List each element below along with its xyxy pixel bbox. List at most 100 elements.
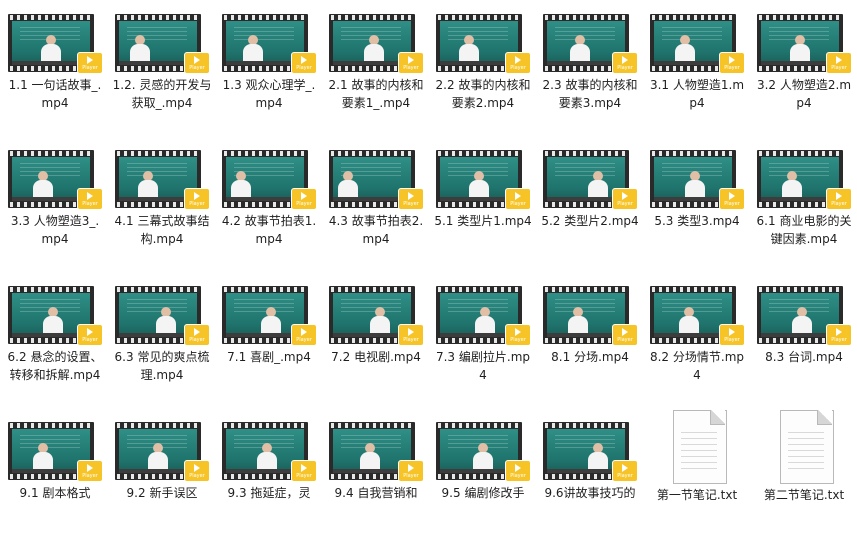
video-file-item[interactable]: Player 1.1 一句话故事_.mp4: [5, 0, 105, 132]
player-badge-label: Player: [189, 337, 205, 343]
video-thumbnail: Player: [8, 422, 103, 482]
player-badge-icon: Player: [826, 324, 852, 346]
play-icon: [194, 56, 200, 64]
file-name-label: 9.5 编剧修改手: [441, 486, 525, 500]
video-file-item[interactable]: Player 7.2 电视剧.mp4: [326, 272, 426, 404]
video-thumbnail: Player: [436, 150, 531, 210]
player-badge-icon: Player: [719, 52, 745, 74]
player-badge-label: Player: [724, 65, 740, 71]
play-icon: [622, 56, 628, 64]
video-file-item[interactable]: Player 9.6讲故事技巧的: [540, 408, 640, 540]
video-file-item[interactable]: Player 1.2. 灵感的开发与获取_.mp4: [112, 0, 212, 132]
text-file-item[interactable]: 第二节笔记.txt: [754, 408, 854, 540]
file-name-label: 第二节笔记.txt: [763, 488, 845, 502]
file-name-label: 1.1 一句话故事_.mp4: [8, 78, 102, 110]
file-name-label: 1.3 观众心理学_.mp4: [222, 78, 316, 110]
video-thumbnail: Player: [436, 422, 531, 482]
file-name-label: 8.2 分场情节.mp4: [649, 350, 745, 382]
player-badge-icon: Player: [612, 188, 638, 210]
video-thumbnail: Player: [650, 150, 745, 210]
play-icon: [194, 328, 200, 336]
player-badge-icon: Player: [77, 188, 103, 210]
video-thumbnail: Player: [757, 14, 852, 74]
player-badge-icon: Player: [77, 324, 103, 346]
player-badge-label: Player: [510, 473, 526, 479]
player-badge-label: Player: [831, 201, 847, 207]
video-file-item[interactable]: Player 2.2 故事的内核和要素2.mp4: [433, 0, 533, 132]
video-file-item[interactable]: Player 1.3 观众心理学_.mp4: [219, 0, 319, 132]
player-badge-icon: Player: [291, 460, 317, 482]
play-icon: [515, 328, 521, 336]
play-icon: [622, 328, 628, 336]
play-icon: [622, 464, 628, 472]
video-thumbnail: Player: [329, 150, 424, 210]
file-name-label: 9.2 新手误区: [126, 486, 198, 500]
video-file-item[interactable]: Player 9.5 编剧修改手: [433, 408, 533, 540]
player-badge-icon: Player: [291, 52, 317, 74]
video-thumbnail: Player: [8, 286, 103, 346]
file-name-label: 6.3 常见的爽点梳理.mp4: [114, 350, 210, 382]
video-thumbnail: Player: [543, 14, 638, 74]
video-thumbnail: Player: [757, 150, 852, 210]
file-name-label: 9.6讲故事技巧的: [544, 486, 636, 500]
video-file-item[interactable]: Player 3.3 人物塑造3_.mp4: [5, 136, 105, 268]
player-badge-icon: Player: [505, 460, 531, 482]
player-badge-icon: Player: [719, 324, 745, 346]
file-name-label: 4.3 故事节拍表2.mp4: [328, 214, 424, 246]
player-badge-icon: Player: [612, 460, 638, 482]
player-badge-label: Player: [510, 65, 526, 71]
video-thumbnail: Player: [543, 150, 638, 210]
video-file-item[interactable]: Player 6.3 常见的爽点梳理.mp4: [112, 272, 212, 404]
file-name-label: 4.2 故事节拍表1.mp4: [221, 214, 317, 246]
player-badge-icon: Player: [505, 52, 531, 74]
video-file-item[interactable]: Player 4.3 故事节拍表2.mp4: [326, 136, 426, 268]
play-icon: [87, 328, 93, 336]
file-name-label: 7.3 编剧拉片.mp4: [435, 350, 531, 382]
video-file-item[interactable]: Player 7.1 喜剧_.mp4: [219, 272, 319, 404]
player-badge-label: Player: [403, 473, 419, 479]
video-file-item[interactable]: Player 7.3 编剧拉片.mp4: [433, 272, 533, 404]
video-file-item[interactable]: Player 4.1 三幕式故事结构.mp4: [112, 136, 212, 268]
player-badge-label: Player: [82, 337, 98, 343]
play-icon: [301, 192, 307, 200]
video-file-item[interactable]: Player 2.3 故事的内核和要素3.mp4: [540, 0, 640, 132]
video-file-item[interactable]: Player 9.3 拖延症，灵: [219, 408, 319, 540]
video-thumbnail: Player: [222, 286, 317, 346]
video-file-item[interactable]: Player 9.4 自我营销和: [326, 408, 426, 540]
play-icon: [729, 192, 735, 200]
video-file-item[interactable]: Player 5.2 类型片2.mp4: [540, 136, 640, 268]
video-file-item[interactable]: Player 3.2 人物塑造2.mp4: [754, 0, 854, 132]
player-badge-icon: Player: [398, 188, 424, 210]
file-name-label: 6.1 商业电影的关键因素.mp4: [756, 214, 852, 246]
file-name-label: 7.1 喜剧_.mp4: [227, 350, 311, 364]
play-icon: [836, 328, 842, 336]
video-file-item[interactable]: Player 5.1 类型片1.mp4: [433, 136, 533, 268]
file-name-label: 3.2 人物塑造2.mp4: [756, 78, 852, 110]
video-file-item[interactable]: Player 8.1 分场.mp4: [540, 272, 640, 404]
file-name-label: 2.2 故事的内核和要素2.mp4: [435, 78, 531, 110]
file-name-label: 9.4 自我营销和: [334, 486, 418, 500]
video-file-item[interactable]: Player 4.2 故事节拍表1.mp4: [219, 136, 319, 268]
video-thumbnail: Player: [115, 14, 210, 74]
player-badge-icon: Player: [505, 324, 531, 346]
video-thumbnail: Player: [329, 14, 424, 74]
play-icon: [408, 56, 414, 64]
video-file-item[interactable]: Player 9.2 新手误区: [112, 408, 212, 540]
player-badge-icon: Player: [291, 188, 317, 210]
text-file-item[interactable]: 第一节笔记.txt: [647, 408, 747, 540]
player-badge-label: Player: [296, 337, 312, 343]
player-badge-label: Player: [189, 201, 205, 207]
video-file-item[interactable]: Player 2.1 故事的内核和要素1_.mp4: [326, 0, 426, 132]
player-badge-label: Player: [617, 201, 633, 207]
video-file-item[interactable]: Player 5.3 类型3.mp4: [647, 136, 747, 268]
play-icon: [87, 464, 93, 472]
video-file-item[interactable]: Player 9.1 剧本格式: [5, 408, 105, 540]
player-badge-icon: Player: [184, 460, 210, 482]
video-file-item[interactable]: Player 3.1 人物塑造1.mp4: [647, 0, 747, 132]
player-badge-label: Player: [831, 65, 847, 71]
video-file-item[interactable]: Player 6.1 商业电影的关键因素.mp4: [754, 136, 854, 268]
player-badge-label: Player: [82, 473, 98, 479]
video-file-item[interactable]: Player 8.2 分场情节.mp4: [647, 272, 747, 404]
video-file-item[interactable]: Player 8.3 台词.mp4: [754, 272, 854, 404]
video-file-item[interactable]: Player 6.2 悬念的设置、转移和拆解.mp4: [5, 272, 105, 404]
